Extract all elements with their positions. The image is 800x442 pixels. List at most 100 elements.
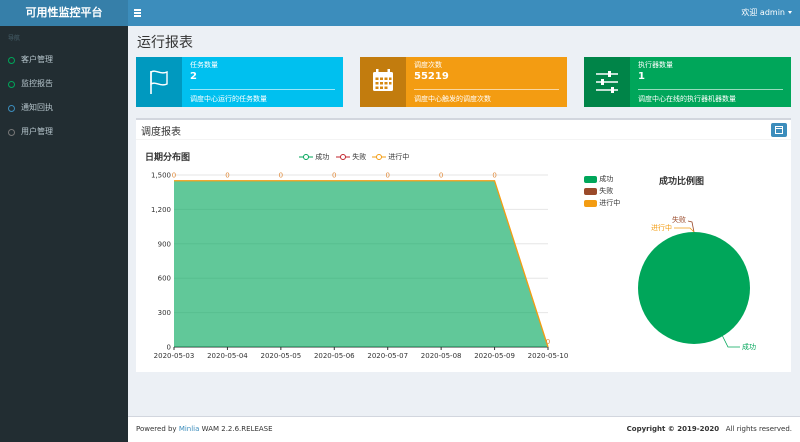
copyright-text: Copyright © 2019-2020 (626, 425, 720, 433)
sidebar-item-users[interactable]: 用户管理 (0, 120, 128, 144)
pie-label: 成功 (742, 342, 756, 351)
user-menu[interactable]: 欢迎 admin (741, 0, 792, 26)
pie-label-line (687, 220, 695, 233)
info-box-label: 执行器数量 (638, 61, 673, 69)
pie-legend-success[interactable]: 成功 (584, 174, 613, 184)
pie-legend-failed[interactable]: 失败 (584, 186, 613, 196)
info-box-label: 任务数量 (190, 61, 218, 69)
legend-item-running[interactable]: 进行中 (372, 152, 409, 162)
sliders-icon (584, 57, 630, 107)
caret-down-icon (788, 11, 792, 14)
data-label: 0 (279, 172, 283, 180)
y-tick-label: 0 (167, 344, 171, 352)
y-tick-label: 600 (158, 275, 171, 283)
date-range-button[interactable] (771, 123, 787, 137)
sidebar-item-label: 用户管理 (21, 127, 53, 136)
legend-marker-icon (372, 154, 386, 160)
main-content: 运行报表 任务数量 2 调度中心运行的任务数量 调度次数 55219 调度中心触… (128, 26, 800, 416)
footer-prefix: Powered by (136, 425, 177, 433)
info-box-value: 2 (190, 71, 197, 82)
circle-icon (8, 128, 15, 136)
info-box-value: 1 (638, 71, 645, 82)
info-box-value: 55219 (414, 71, 449, 82)
circle-icon (8, 104, 15, 112)
legend-label: 成功 (599, 175, 614, 183)
x-tick-label: 2020-05-06 (314, 352, 355, 360)
legend-marker-icon (336, 154, 350, 160)
divider (638, 89, 783, 90)
line-chart-title: 日期分布图 (145, 153, 191, 163)
legend-label: 成功 (315, 153, 330, 161)
divider (190, 89, 335, 90)
info-box-label: 调度次数 (414, 61, 442, 69)
sidebar-item-label: 通知回执 (21, 103, 53, 112)
circle-icon (8, 56, 15, 64)
data-label: 0 (172, 172, 176, 180)
x-tick-label: 2020-05-09 (474, 352, 515, 360)
flag-icon (136, 57, 182, 107)
report-panel: 调度报表 日期分布图 成功 失败 进行中 0 300 600 900 1,200 1,50… (136, 118, 791, 372)
info-box-tasks: 任务数量 2 调度中心运行的任务数量 (136, 57, 343, 107)
legend-swatch (584, 175, 597, 183)
sidebar: 导航 客户管理 监控报告 通知回执 用户管理 (0, 26, 128, 442)
rights-text: All rights reserved. (725, 425, 792, 433)
pie-label: 进行中 (651, 223, 672, 232)
user-label: 欢迎 admin (741, 8, 785, 17)
sidebar-item-label: 客户管理 (21, 55, 53, 64)
legend-marker-icon (299, 154, 313, 160)
info-box-description: 调度中心触发的调度次数 (414, 95, 491, 103)
sidebar-toggle-button[interactable] (134, 6, 146, 20)
data-label: 0 (546, 338, 550, 346)
data-label: 0 (439, 172, 443, 180)
pie-slice (638, 232, 750, 344)
info-box-description: 调度中心运行的任务数量 (190, 95, 267, 103)
footer-powered: Powered by Minlia WAM 2.2.6.RELEASE (136, 417, 273, 442)
y-tick-label: 300 (158, 309, 171, 317)
legend-label: 失败 (352, 153, 367, 161)
y-tick-label: 1,500 (151, 172, 171, 180)
footer-brand-link[interactable]: Minlia (179, 425, 200, 433)
pie-chart-title: 成功比例图 (659, 177, 705, 187)
x-tick-label: 2020-05-03 (154, 352, 195, 360)
x-tick-label: 2020-05-04 (207, 352, 248, 360)
success-ratio-chart: 成功 失败进行中 (638, 215, 756, 351)
legend-swatch (584, 199, 597, 207)
y-tick-label: 1,200 (151, 206, 171, 214)
y-tick-label: 900 (158, 240, 171, 248)
data-label: 0 (385, 172, 389, 180)
info-box-description: 调度中心在线的执行器机器数量 (638, 95, 736, 103)
sidebar-item-reports[interactable]: 监控报告 (0, 72, 128, 96)
top-navbar: 可用性监控平台 欢迎 admin (0, 0, 800, 26)
pie-legend-running[interactable]: 进行中 (584, 198, 620, 208)
legend-item-failed[interactable]: 失败 (336, 152, 366, 162)
data-label: 0 (332, 172, 336, 180)
success-series-area (174, 180, 548, 347)
divider (414, 89, 559, 90)
info-box-schedules: 调度次数 55219 调度中心触发的调度次数 (360, 57, 567, 107)
pie-label-line (674, 227, 695, 233)
calendar-icon (360, 57, 406, 107)
legend-item-success[interactable]: 成功 (299, 152, 329, 162)
footer-copyright: Copyright © 2019-2020 All rights reserve… (627, 417, 792, 442)
legend-label: 失败 (599, 187, 614, 195)
page-title: 运行报表 (137, 35, 193, 51)
x-tick-label: 2020-05-08 (421, 352, 462, 360)
footer: Powered by Minlia WAM 2.2.6.RELEASE Copy… (128, 416, 800, 442)
x-tick-label: 2020-05-07 (367, 352, 408, 360)
legend-label: 进行中 (599, 199, 621, 207)
data-label: 0 (492, 172, 496, 180)
legend-swatch (584, 187, 597, 195)
app-logo[interactable]: 可用性监控平台 (0, 0, 128, 26)
info-box-executors: 执行器数量 1 调度中心在线的执行器机器数量 (584, 57, 791, 107)
footer-product: WAM 2.2.6.RELEASE (201, 425, 273, 433)
x-tick-label: 2020-05-10 (528, 352, 569, 360)
panel-header: 调度报表 (136, 120, 791, 140)
sidebar-header: 导航 (8, 35, 21, 42)
sidebar-item-customers[interactable]: 客户管理 (0, 48, 128, 72)
panel-title: 调度报表 (141, 127, 181, 138)
sidebar-item-notifications[interactable]: 通知回执 (0, 96, 128, 120)
data-label: 0 (225, 172, 229, 180)
sidebar-item-label: 监控报告 (21, 79, 53, 88)
pie-label: 失败 (672, 215, 686, 224)
date-distribution-chart: 0 300 600 900 1,200 1,500 2020-05-03 2020-05-04… (151, 172, 569, 361)
